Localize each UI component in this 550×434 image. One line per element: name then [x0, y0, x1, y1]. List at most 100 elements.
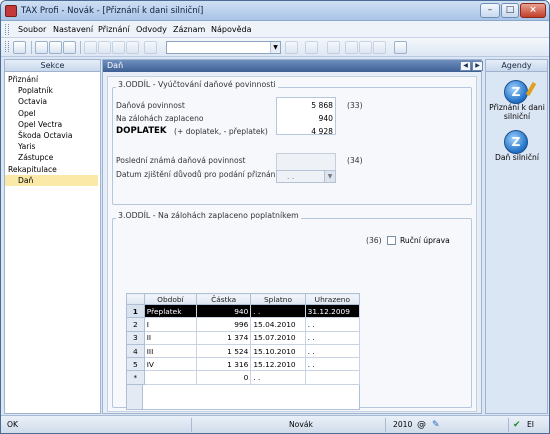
tree-item-poplatnik[interactable]: Poplatník — [5, 85, 100, 96]
sections-header: Sekce — [5, 60, 100, 72]
folder-icon[interactable] — [305, 41, 318, 54]
table-row[interactable]: 5 IV 1 316 15.12.2010 . . — [126, 357, 361, 372]
print-icon[interactable] — [63, 41, 76, 54]
cell-period[interactable]: III — [143, 343, 197, 359]
next-button[interactable]: ▶ — [472, 61, 483, 71]
save-icon[interactable] — [112, 41, 125, 54]
prev-button[interactable]: ◀ — [460, 61, 471, 71]
table-row[interactable]: 3 II 1 374 15.07.2010 . . — [126, 330, 361, 345]
cell-due[interactable]: . . — [250, 303, 306, 319]
status-text: OK — [7, 420, 18, 429]
agenda-item-priznani[interactable]: Přiznání k dani silniční — [487, 103, 547, 121]
cell-due[interactable]: 15.04.2010 — [250, 317, 306, 332]
cell-period[interactable]: Přeplatek — [143, 303, 197, 319]
doplatek-hint: (+ doplatek, - přeplatek) — [174, 127, 268, 136]
row-number[interactable]: 5 — [126, 357, 145, 372]
row-number[interactable]: 2 — [126, 317, 145, 332]
tree-item-opel[interactable]: Opel — [5, 108, 100, 119]
tax-return-icon[interactable]: Z — [504, 80, 528, 104]
date-picker[interactable]: . . ▼ — [276, 170, 336, 183]
col-obdobi[interactable]: Období — [143, 293, 197, 305]
table-row[interactable]: 2 I 996 15.04.2010 . . — [126, 317, 361, 332]
status-separator — [385, 418, 386, 432]
close-button[interactable]: × — [520, 3, 546, 18]
table-row[interactable]: 4 III 1 524 15.10.2010 . . — [126, 343, 361, 359]
dan-povinnost-label: Daňová povinnost — [116, 101, 185, 110]
menu-zaznam[interactable]: Záznam — [173, 25, 205, 34]
chevron-down-icon[interactable]: ▼ — [270, 42, 280, 53]
col-splatno[interactable]: Splatno — [250, 293, 306, 305]
minimize-button[interactable]: – — [480, 3, 500, 18]
new-icon[interactable] — [84, 41, 97, 54]
manual-edit-checkbox[interactable] — [387, 236, 396, 245]
settings-icon[interactable] — [394, 41, 407, 54]
pen-icon[interactable]: ✎ — [432, 420, 440, 430]
cell-amount[interactable]: 1 374 — [195, 330, 252, 345]
filter-combo[interactable]: ▼ — [166, 41, 281, 54]
menu-napoveda[interactable]: Nápověda — [211, 25, 252, 34]
cell-paid[interactable]: . . — [304, 343, 361, 359]
cell-period[interactable]: IV — [143, 357, 197, 372]
cell-paid[interactable] — [304, 370, 361, 385]
zalohy-value[interactable]: 940 — [278, 114, 334, 123]
filter-icon[interactable] — [285, 41, 298, 54]
col-uhrazeno[interactable]: Uhrazeno — [304, 293, 361, 305]
dan-povinnost-value[interactable]: 5 868 — [278, 101, 333, 110]
date-value: . . — [287, 172, 295, 181]
row-number[interactable]: 3 — [126, 330, 145, 345]
main-header-title: Daň — [107, 61, 124, 70]
open-icon[interactable] — [13, 41, 26, 54]
cell-due[interactable]: 15.12.2010 — [250, 357, 306, 372]
tree-item-rekapitulace[interactable]: Rekapitulace — [5, 164, 100, 175]
tree-item-opel-vectra[interactable]: Opel Vectra — [5, 119, 100, 130]
col-castka[interactable]: Částka — [195, 293, 252, 305]
table-row-new[interactable]: * 0 . . — [126, 370, 361, 385]
copy-icon[interactable] — [144, 41, 157, 54]
preview-icon[interactable] — [49, 41, 62, 54]
menu-soubor[interactable]: Soubor — [18, 25, 46, 34]
check-icon[interactable] — [98, 41, 111, 54]
align-left-icon[interactable] — [345, 41, 358, 54]
cell-amount[interactable]: 1 524 — [195, 343, 252, 359]
cell-amount[interactable]: 1 316 — [195, 357, 252, 372]
cell-paid[interactable]: . . — [304, 357, 361, 372]
menu-odvody[interactable]: Odvody — [136, 25, 167, 34]
tree-item-octavia[interactable]: Octavia — [5, 96, 100, 107]
chevron-down-icon[interactable]: ▼ — [324, 171, 335, 182]
payments-grid[interactable]: Období Částka Splatno Uhrazeno 1 Přeplat… — [126, 293, 361, 385]
agenda-item-dan[interactable]: Daň silniční — [487, 153, 547, 162]
cell-due[interactable]: . . — [250, 370, 306, 385]
cell-paid[interactable]: . . — [304, 317, 361, 332]
app-icon — [5, 5, 17, 17]
menu-nastaveni[interactable]: Nastavení — [53, 25, 93, 34]
align-right-icon[interactable] — [373, 41, 386, 54]
cell-amount[interactable]: 996 — [195, 317, 252, 332]
cell-due[interactable]: 15.10.2010 — [250, 343, 306, 359]
table-icon[interactable] — [327, 41, 340, 54]
tree-item-dan[interactable]: Daň — [5, 174, 98, 186]
cell-period[interactable]: I — [143, 317, 197, 332]
road-tax-icon[interactable]: Z — [504, 130, 528, 154]
cell-period[interactable] — [143, 370, 197, 385]
tree-item-zastupce[interactable]: Zástupce — [5, 152, 100, 163]
cell-paid[interactable]: . . — [304, 330, 361, 345]
tree-item-skoda-octavia[interactable]: Škoda Octavia — [5, 130, 100, 141]
save-all-icon[interactable] — [126, 41, 139, 54]
cell-amount[interactable]: 940 — [195, 303, 252, 319]
tools-icon[interactable] — [35, 41, 48, 54]
menu-priznani[interactable]: Přiznání — [98, 25, 130, 34]
row-number[interactable]: * — [126, 370, 145, 385]
tree-item-yaris[interactable]: Yaris — [5, 141, 100, 152]
cell-due[interactable]: 15.07.2010 — [250, 330, 306, 345]
form-content: 3.ODDÍL - Vyúčtování daňové povinnosti D… — [107, 76, 477, 412]
table-row[interactable]: 1 Přeplatek 940 . . 31.12.2009 — [126, 303, 361, 319]
cell-period[interactable]: II — [143, 330, 197, 345]
tree-item-priznani[interactable]: Přiznání — [5, 74, 100, 85]
status-user: Novák — [289, 420, 313, 429]
maximize-button[interactable]: □ — [501, 3, 519, 18]
cell-amount[interactable]: 0 — [195, 370, 252, 385]
align-center-icon[interactable] — [359, 41, 372, 54]
row-number[interactable]: 4 — [126, 343, 145, 359]
cell-paid[interactable]: 31.12.2009 — [304, 303, 361, 319]
row-number[interactable]: 1 — [126, 303, 145, 319]
